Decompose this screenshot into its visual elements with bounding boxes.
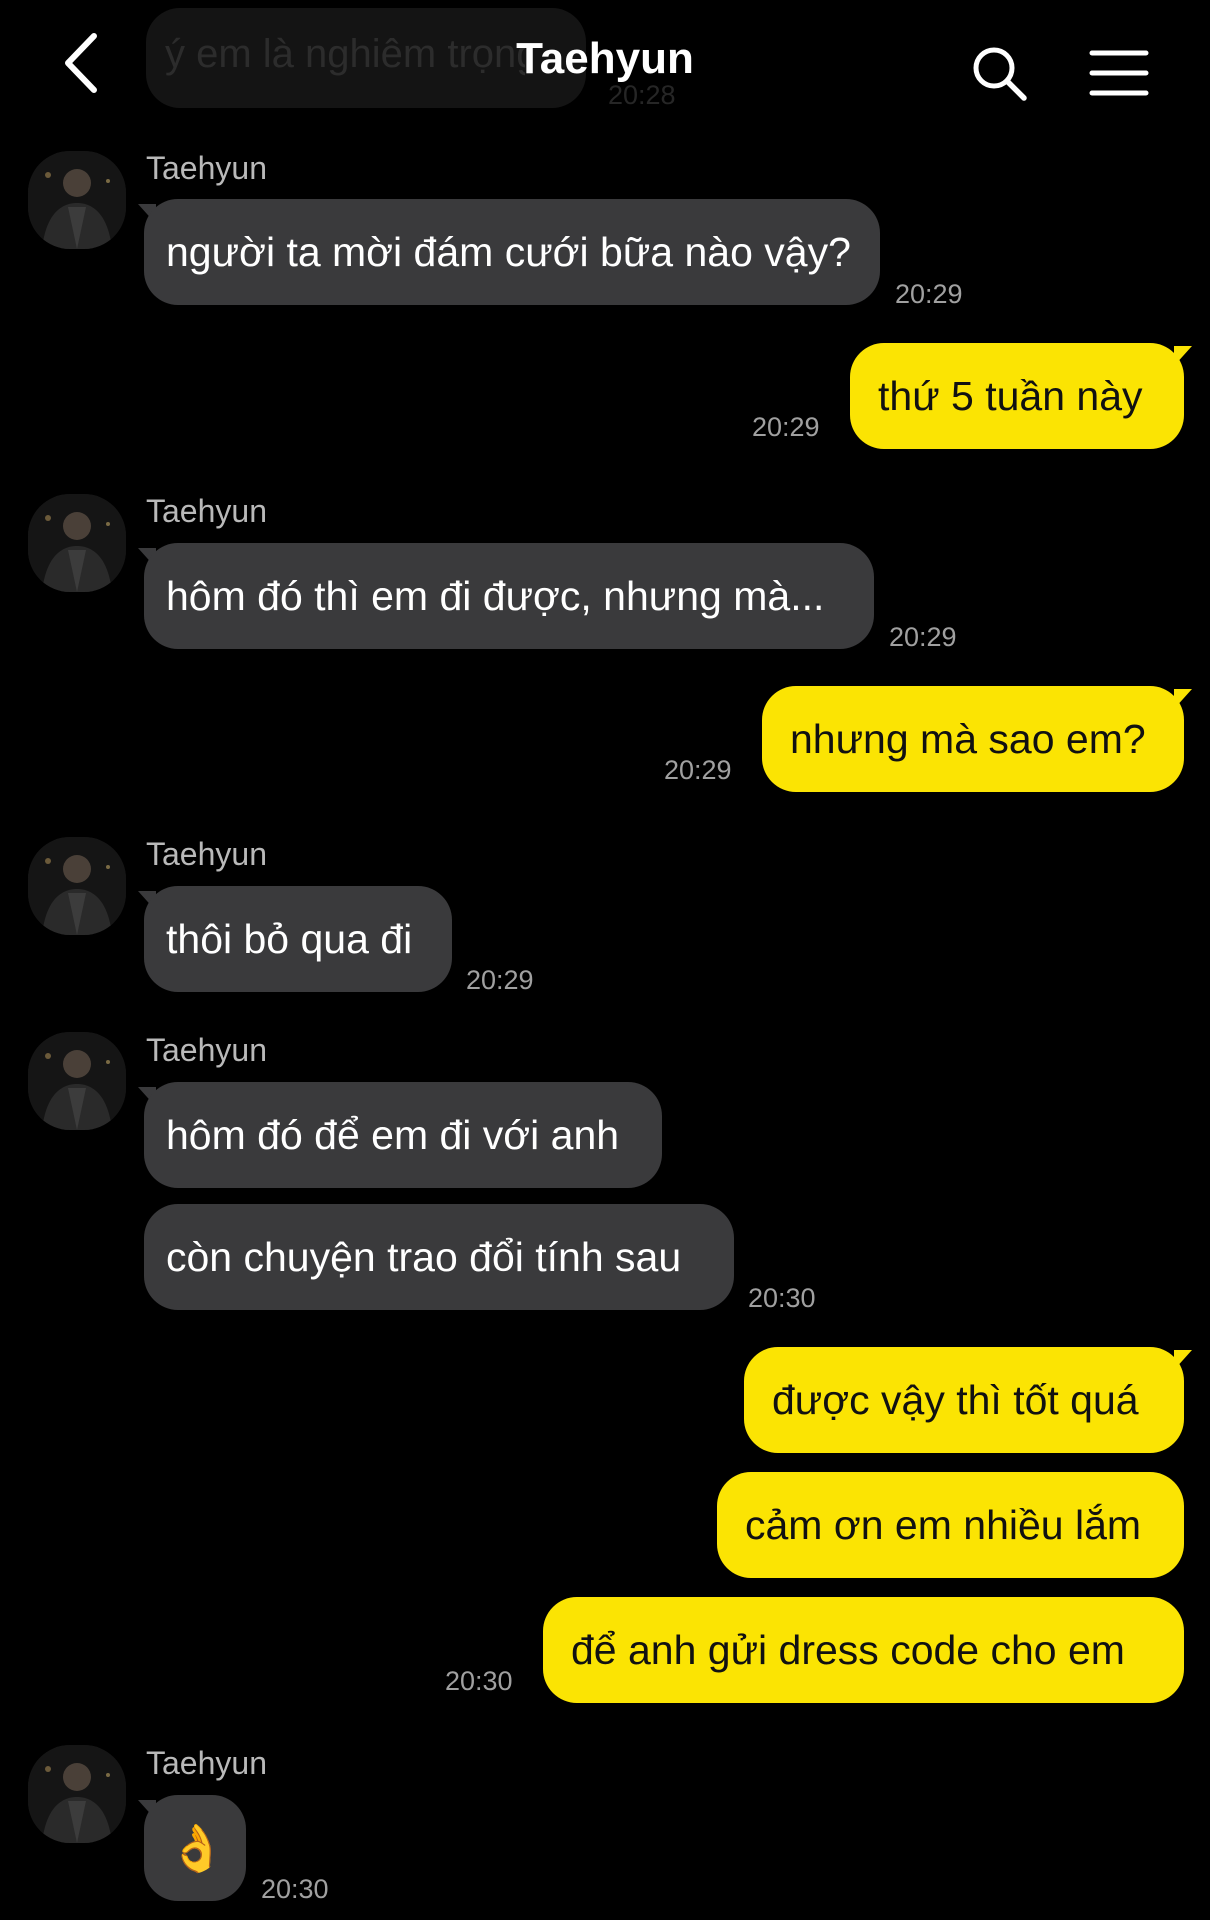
- avatar[interactable]: [28, 151, 126, 249]
- sender-name: Taehyun: [146, 836, 267, 872]
- message-time: 20:30: [261, 1874, 329, 1904]
- avatar[interactable]: [28, 1745, 126, 1843]
- message-bubble-outgoing[interactable]: nhưng mà sao em?: [762, 686, 1184, 792]
- message-time: 20:29: [466, 965, 534, 995]
- message-time: 20:29: [895, 279, 963, 309]
- search-button[interactable]: [970, 44, 1030, 104]
- hamburger-menu-icon: [1089, 50, 1149, 96]
- message-bubble-incoming[interactable]: 👌: [144, 1795, 246, 1901]
- avatar[interactable]: [28, 837, 126, 935]
- message-bubble-incoming[interactable]: thôi bỏ qua đi: [144, 886, 452, 992]
- profile-photo: [28, 837, 126, 935]
- avatar[interactable]: [28, 494, 126, 592]
- message-bubble-incoming[interactable]: hôm đó để em đi với anh: [144, 1082, 662, 1188]
- profile-photo: [28, 1745, 126, 1843]
- message-time: 20:29: [752, 412, 820, 442]
- message-bubble-incoming[interactable]: còn chuyện trao đổi tính sau: [144, 1204, 734, 1310]
- previous-message-time: 20:28: [608, 80, 676, 110]
- message-bubble-incoming[interactable]: hôm đó thì em đi được, nhưng mà...: [144, 543, 874, 649]
- message-time: 20:29: [889, 622, 957, 652]
- chat-header: ý em là nghiêm trọng 20:28 Taehyun: [0, 0, 1210, 130]
- message-bubble-outgoing[interactable]: để anh gửi dress code cho em: [543, 1597, 1184, 1703]
- avatar[interactable]: [28, 1032, 126, 1130]
- sender-name: Taehyun: [146, 493, 267, 529]
- message-time: 20:29: [664, 755, 732, 785]
- message-time: 20:30: [445, 1666, 513, 1696]
- message-time: 20:30: [748, 1283, 816, 1313]
- sender-name: Taehyun: [146, 1745, 267, 1781]
- profile-photo: [28, 494, 126, 592]
- message-bubble-outgoing[interactable]: được vậy thì tốt quá: [744, 1347, 1184, 1453]
- menu-button[interactable]: [1088, 48, 1150, 98]
- profile-photo: [28, 1032, 126, 1130]
- message-bubble-outgoing[interactable]: thứ 5 tuần này: [850, 343, 1184, 449]
- search-icon: [973, 47, 1027, 101]
- profile-photo: [28, 151, 126, 249]
- message-bubble-incoming[interactable]: người ta mời đám cưới bữa nào vậy?: [144, 199, 880, 305]
- sender-name: Taehyun: [146, 1032, 267, 1068]
- message-bubble-outgoing[interactable]: cảm ơn em nhiều lắm: [717, 1472, 1184, 1578]
- sender-name: Taehyun: [146, 150, 267, 186]
